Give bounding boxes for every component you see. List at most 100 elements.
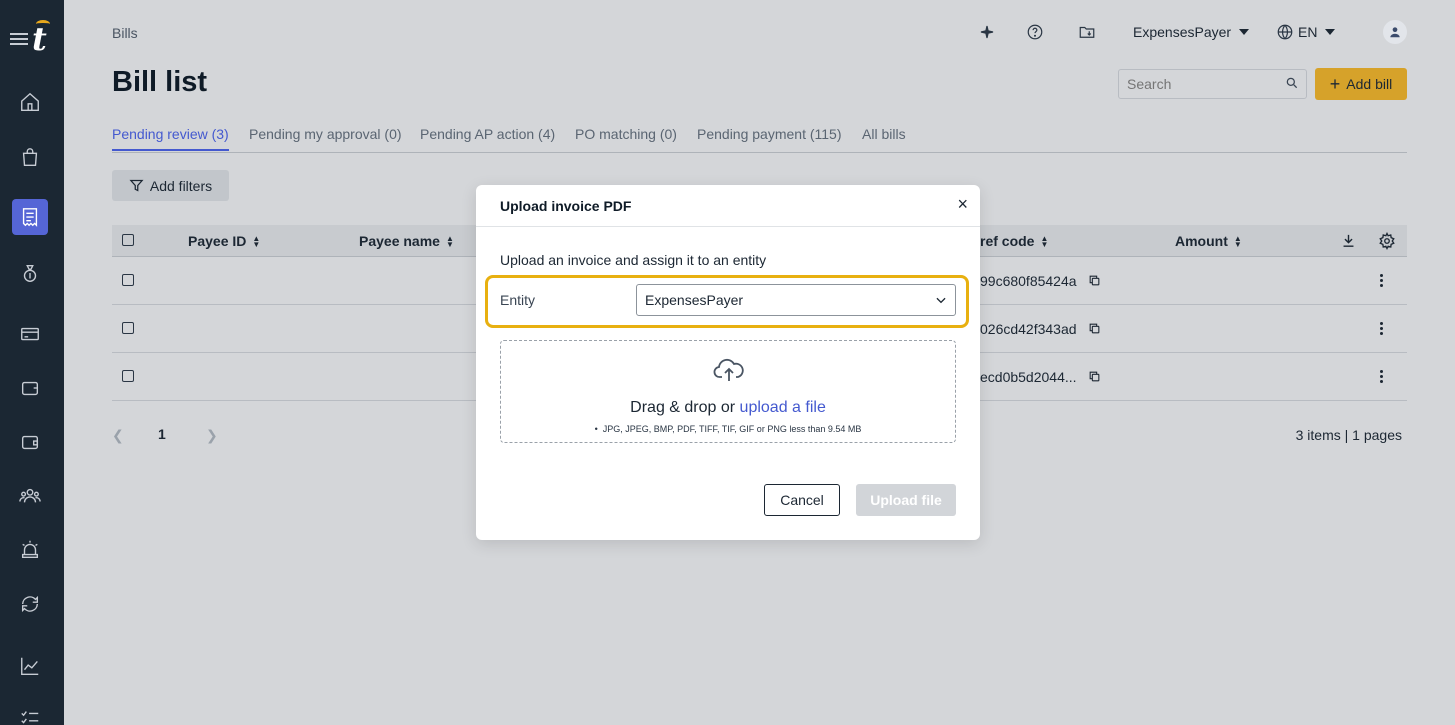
upload-invoice-modal: Upload invoice PDF × Upload an invoice a…	[476, 185, 980, 540]
sidebar-item-expenses[interactable]	[12, 255, 48, 291]
file-type-hint: • JPG, JPEG, BMP, PDF, TIFF, TIF, GIF or…	[501, 424, 955, 434]
entity-select[interactable]: ExpensesPayer	[636, 284, 956, 316]
tab-pending-my-approval[interactable]: Pending my approval (0)	[249, 126, 402, 142]
sidebar: t	[0, 0, 64, 725]
sidebar-item-tasks[interactable]	[12, 700, 48, 725]
cloud-upload-icon	[713, 355, 745, 383]
sort-icon: ▲ ▼	[1233, 234, 1242, 250]
search-icon[interactable]	[1285, 76, 1299, 90]
sidebar-item-bills[interactable]	[12, 199, 48, 235]
download-icon[interactable]	[1340, 232, 1357, 254]
add-bill-label: Add bill	[1346, 76, 1393, 92]
home-icon	[21, 92, 39, 111]
page-title: Bill list	[112, 66, 208, 98]
sidebar-item-purchases[interactable]	[12, 139, 48, 175]
sidebar-item-home[interactable]	[12, 84, 48, 120]
copy-icon[interactable]	[1088, 322, 1100, 334]
users-icon	[19, 488, 41, 503]
sidebar-item-cards[interactable]	[12, 316, 48, 352]
filter-icon	[129, 179, 144, 192]
credit-card-icon	[21, 327, 39, 341]
sidebar-item-reports[interactable]	[12, 648, 48, 684]
select-all-checkbox[interactable]	[122, 234, 134, 246]
logo: t	[32, 20, 47, 58]
help-icon[interactable]	[1024, 21, 1046, 43]
plus-icon: +	[1329, 74, 1341, 94]
more-options-icon[interactable]	[1380, 321, 1384, 335]
chevron-left-icon[interactable]: ❮	[112, 427, 124, 444]
sort-icon: ▲ ▼	[1040, 234, 1049, 250]
column-amount[interactable]: Amount ▲ ▼	[1175, 233, 1242, 249]
ref-code: ecd0b5d2044...	[980, 369, 1077, 385]
sync-icon	[21, 595, 39, 613]
globe-icon[interactable]	[1274, 21, 1296, 43]
column-label: Amount	[1175, 233, 1228, 249]
tab-all-bills[interactable]: All bills	[862, 126, 906, 142]
receipt-icon	[22, 208, 38, 227]
chart-icon	[21, 657, 39, 675]
column-payee-id[interactable]: Payee ID ▲ ▼	[188, 233, 260, 249]
modal-header: Upload invoice PDF ×	[476, 185, 980, 227]
copy-icon[interactable]	[1088, 370, 1100, 382]
upload-file-button[interactable]: Upload file	[856, 484, 956, 516]
ref-code: 026cd42f343ad	[980, 321, 1077, 337]
sidebar-item-alerts[interactable]	[12, 531, 48, 567]
row-checkbox[interactable]	[122, 322, 134, 334]
column-label: ref code	[980, 233, 1035, 249]
row-checkbox[interactable]	[122, 274, 134, 286]
column-label: Payee ID	[188, 233, 247, 249]
sidebar-item-sync[interactable]	[12, 586, 48, 622]
tab-pending-ap-action[interactable]: Pending AP action (4)	[420, 126, 555, 142]
language-switcher[interactable]: EN	[1298, 24, 1336, 40]
sort-icon: ▲ ▼	[252, 234, 261, 250]
wallet-icon	[21, 381, 39, 396]
alarm-icon	[21, 540, 39, 558]
more-options-icon[interactable]	[1380, 273, 1384, 287]
file-dropzone[interactable]: Drag & drop or upload a file • JPG, JPEG…	[500, 340, 956, 443]
language-label: EN	[1298, 24, 1318, 40]
entity-label: Entity	[500, 292, 536, 308]
cancel-button[interactable]: Cancel	[764, 484, 840, 516]
account-switcher[interactable]: ExpensesPayer	[1133, 24, 1250, 40]
add-filters-button[interactable]: Add filters	[112, 170, 229, 201]
tab-pending-payment[interactable]: Pending payment (115)	[697, 126, 842, 142]
user-icon[interactable]	[1383, 20, 1407, 44]
more-options-icon[interactable]	[1380, 369, 1384, 383]
checklist-icon	[21, 711, 39, 724]
column-ref-code[interactable]: ref code ▲ ▼	[980, 233, 1048, 249]
account-name: ExpensesPayer	[1133, 24, 1232, 40]
sidebar-item-users[interactable]	[12, 478, 48, 514]
sidebar-item-wallet[interactable]	[12, 370, 48, 406]
copy-icon[interactable]	[1088, 274, 1100, 286]
caret-down-icon	[1239, 29, 1250, 35]
gear-icon[interactable]	[1378, 231, 1396, 255]
upload-file-link[interactable]: upload a file	[740, 399, 826, 416]
add-bill-button[interactable]: + Add bill	[1315, 68, 1407, 100]
chevron-down-icon[interactable]	[934, 293, 948, 307]
menu-icon[interactable]	[10, 30, 28, 48]
breadcrumb[interactable]: Bills	[112, 25, 138, 41]
column-label: Payee name	[359, 233, 440, 249]
hint-text: JPG, JPEG, BMP, PDF, TIFF, TIF, GIF or P…	[602, 424, 862, 434]
folder-icon[interactable]	[1076, 21, 1098, 43]
wallet-alt-icon	[21, 435, 39, 450]
tab-bar: Pending review (3) Pending my approval (…	[112, 126, 1407, 153]
column-payee-name[interactable]: Payee name ▲ ▼	[359, 233, 454, 249]
money-bag-icon	[23, 264, 37, 282]
sparkle-icon[interactable]	[976, 21, 998, 43]
sidebar-item-wallet-alt[interactable]	[12, 424, 48, 460]
modal-title: Upload invoice PDF	[500, 198, 632, 214]
tab-pending-review[interactable]: Pending review (3)	[112, 126, 229, 151]
chevron-right-icon[interactable]: ❯	[206, 427, 218, 444]
dropzone-text: Drag & drop or upload a file	[501, 399, 955, 417]
bullet: •	[594, 424, 603, 434]
close-icon[interactable]: ×	[957, 195, 968, 213]
caret-down-icon	[1325, 29, 1336, 35]
tab-po-matching[interactable]: PO matching (0)	[575, 126, 677, 142]
add-filters-label: Add filters	[149, 177, 213, 194]
pagination-summary: 3 items | 1 pages	[1295, 427, 1402, 443]
modal-description: Upload an invoice and assign it to an en…	[500, 252, 767, 268]
page-number[interactable]: 1	[158, 426, 166, 442]
row-checkbox[interactable]	[122, 370, 134, 382]
search-input[interactable]	[1118, 69, 1307, 99]
